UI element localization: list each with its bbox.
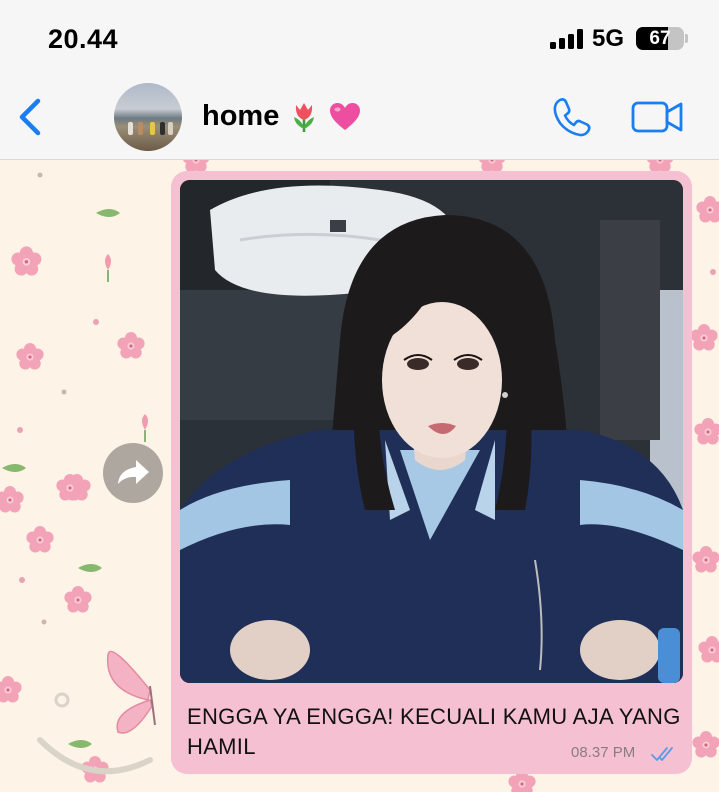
pink-heart-emoji-icon [330, 103, 361, 131]
message-photo[interactable] [180, 180, 683, 683]
contact-name-text: home [202, 100, 280, 132]
signal-icon [550, 29, 584, 49]
battery-icon: 67 [636, 27, 684, 50]
forward-arrow-icon [118, 460, 149, 484]
contact-name[interactable]: home [202, 100, 361, 133]
chevron-left-icon [19, 98, 41, 136]
battery-tip [685, 34, 688, 43]
double-check-read-icon [651, 747, 673, 761]
status-bar: 20.44 5G 67 [0, 0, 719, 75]
tulip-emoji-icon [294, 103, 315, 133]
network-label: 5G [592, 25, 625, 52]
battery-percent: 67 [649, 28, 671, 49]
phone-icon [553, 98, 591, 137]
butterfly-decoration [106, 650, 156, 734]
photo-content [180, 180, 683, 683]
video-camera-icon [631, 101, 683, 133]
message-time: 08.37 PM [571, 744, 636, 761]
chat-header: home [0, 75, 719, 160]
forward-button[interactable] [103, 443, 163, 503]
voice-call-button[interactable] [550, 95, 594, 139]
video-call-button[interactable] [631, 99, 685, 135]
back-button[interactable] [16, 97, 46, 137]
avatar[interactable] [114, 83, 182, 151]
status-time: 20.44 [48, 24, 119, 54]
